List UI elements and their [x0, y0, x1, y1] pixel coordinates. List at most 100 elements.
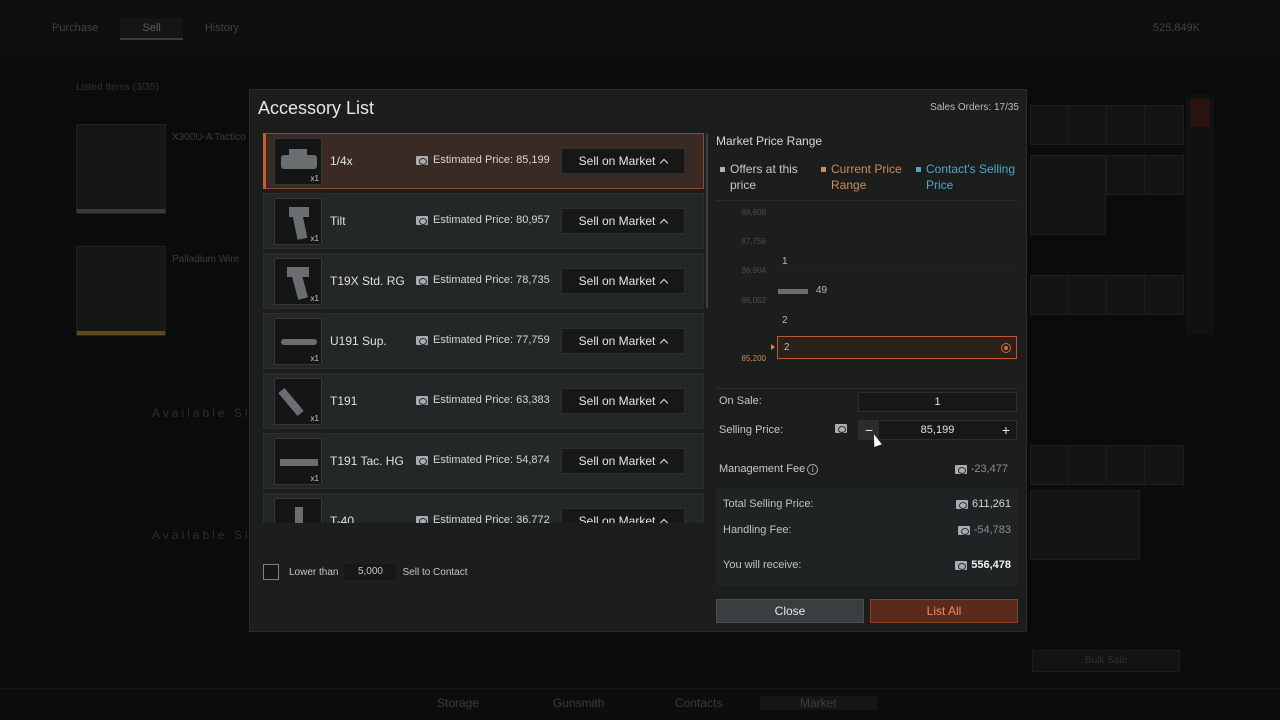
chevron-up-icon: [660, 338, 669, 347]
total-selling-price-label: Total Selling Price:: [723, 498, 814, 510]
management-fee-value: -23,477: [954, 463, 1008, 475]
chart-gridline: [774, 271, 1018, 273]
background-card-title: Palladium Wire: [172, 254, 240, 265]
bg-bottom-tab: Storage: [437, 696, 480, 710]
sell-button-label: Sell on Market: [578, 154, 656, 168]
sell-on-market-button[interactable]: Sell on Market: [561, 508, 685, 523]
list-item[interactable]: x1 U191 Sup. Estimated Price: 77,759 Sel…: [263, 313, 704, 369]
sell-on-market-button[interactable]: Sell on Market: [561, 208, 685, 234]
estimated-price-text: Estimated Price: 80,957: [433, 214, 550, 226]
chart-price-tick: 86,052: [741, 295, 766, 305]
selling-price-label: Selling Price:: [719, 424, 784, 436]
item-name: T191 Tac. HG: [330, 454, 404, 468]
sell-to-contact-label: Sell to Contact: [402, 566, 468, 578]
estimated-price: Estimated Price: 77,759: [416, 334, 550, 346]
increase-price-button[interactable]: +: [996, 421, 1016, 439]
background-listed-items: Listed Items (3/35): [76, 82, 159, 93]
chart-price-tick: 88,608: [741, 208, 766, 217]
currency-icon: [955, 560, 968, 570]
lower-than-checkbox[interactable]: [263, 564, 279, 580]
list-item[interactable]: x1 T19X Std. RG Estimated Price: 78,735 …: [263, 253, 704, 309]
selected-offer-count: 2: [784, 342, 790, 353]
background-currency: 525,849K: [1152, 22, 1200, 34]
bg-bottom-tab: Contacts: [675, 696, 723, 710]
currency-icon: [416, 155, 428, 165]
item-thumbnail: x1: [274, 138, 322, 185]
divider: [716, 388, 1018, 389]
list-item[interactable]: x1 Tilt Estimated Price: 80,957 Sell on …: [263, 193, 704, 249]
selling-price-value[interactable]: 85,199: [879, 421, 996, 439]
info-icon[interactable]: i: [807, 463, 819, 475]
on-sale-label: On Sale:: [719, 395, 762, 407]
sell-on-market-button[interactable]: Sell on Market: [561, 268, 685, 294]
bg-bottom-tab: Gunsmith: [553, 696, 605, 710]
chevron-up-icon: [660, 398, 669, 407]
currency-icon: [416, 515, 428, 523]
sell-on-market-button[interactable]: Sell on Market: [561, 388, 685, 414]
selected-price-row[interactable]: 2: [777, 336, 1017, 359]
chart-offer-count: 49: [816, 285, 828, 297]
accessory-list[interactable]: x1 1/4x Estimated Price: 85,199 Sell on …: [263, 133, 707, 523]
sell-button-label: Sell on Market: [578, 334, 656, 348]
chart-legend: Offers at this price Current Price Range…: [716, 161, 1018, 201]
legend-contact-price: Contact's Selling Price: [916, 161, 1026, 193]
currency-icon: [956, 499, 969, 509]
chart-offer-bar: [778, 289, 808, 295]
background-card: [76, 124, 166, 214]
market-price-range-title: Market Price Range: [716, 134, 823, 148]
sell-on-market-button[interactable]: Sell on Market: [561, 328, 685, 354]
item-thumbnail: x1: [274, 318, 322, 365]
chart-offer-count: 1: [782, 256, 788, 268]
sell-button-label: Sell on Market: [578, 514, 656, 523]
list-item[interactable]: x1 T191 Estimated Price: 63,383 Sell on …: [263, 373, 704, 429]
item-name: T-40: [330, 514, 355, 523]
item-quantity: x1: [310, 294, 319, 303]
chart-offer-count: 2: [782, 314, 788, 326]
background-card-title: X300U-A Tactico: [172, 132, 246, 143]
item-name: U191 Sup.: [330, 334, 387, 348]
estimated-price-text: Estimated Price: 63,383: [433, 394, 550, 406]
chart-price-tick: 86,904: [741, 266, 766, 276]
item-quantity: x1: [310, 414, 319, 423]
item-quantity: x1: [310, 174, 319, 183]
chevron-up-icon: [660, 218, 669, 227]
sell-button-label: Sell on Market: [578, 214, 656, 228]
currency-icon: [416, 215, 428, 225]
list-scrollbar[interactable]: [706, 133, 708, 308]
chart-price-tick: 87,756: [741, 237, 766, 247]
legend-offers: Offers at this price: [720, 161, 810, 193]
chart-gridline: [774, 213, 1018, 214]
estimated-price: Estimated Price: 36,772: [416, 514, 550, 523]
list-item[interactable]: x1 T191 Tac. HG Estimated Price: 54,874 …: [263, 433, 704, 489]
sell-on-market-button[interactable]: Sell on Market: [561, 148, 685, 174]
item-quantity: x1: [310, 234, 319, 243]
handling-fee-label: Handling Fee:: [723, 524, 792, 536]
radio-selected-icon[interactable]: [1001, 343, 1011, 353]
sell-button-label: Sell on Market: [578, 454, 656, 468]
currency-icon: [954, 464, 967, 474]
item-thumbnail: x1: [274, 258, 322, 305]
accessory-list-modal: Accessory List Sales Orders: 17/35 x1 1/…: [249, 89, 1027, 632]
chart-gridline: [774, 300, 1018, 302]
currency-icon: [416, 455, 428, 465]
current-price-marker: [771, 344, 775, 350]
lower-than-row: Lower than 5,000 Sell to Contact: [263, 563, 468, 581]
item-quantity: x1: [310, 474, 319, 483]
bg-tab-sell: Sell: [120, 18, 183, 40]
currency-icon: [835, 424, 847, 433]
list-item[interactable]: x1 T-40 Estimated Price: 36,772 Sell on …: [263, 493, 704, 523]
sell-on-market-button[interactable]: Sell on Market: [561, 448, 685, 474]
chart-price-tick: 85,200: [741, 354, 766, 363]
background-sidebar: [1186, 95, 1214, 335]
list-item[interactable]: x1 1/4x Estimated Price: 85,199 Sell on …: [263, 133, 704, 189]
you-will-receive-label: You will receive:: [723, 559, 802, 571]
list-all-button[interactable]: List All: [870, 599, 1018, 623]
lower-than-input[interactable]: 5,000: [344, 564, 397, 580]
item-thumbnail: x1: [274, 198, 322, 245]
chart-gridline: [774, 242, 1018, 244]
on-sale-input[interactable]: 1: [858, 392, 1017, 412]
close-button[interactable]: Close: [716, 599, 864, 623]
chart-y-labels: 88,608 87,756 86,904 86,052 85,200: [716, 206, 766, 382]
selling-price-stepper[interactable]: − 85,199 +: [858, 420, 1017, 440]
chart-gridline: [774, 329, 1018, 331]
